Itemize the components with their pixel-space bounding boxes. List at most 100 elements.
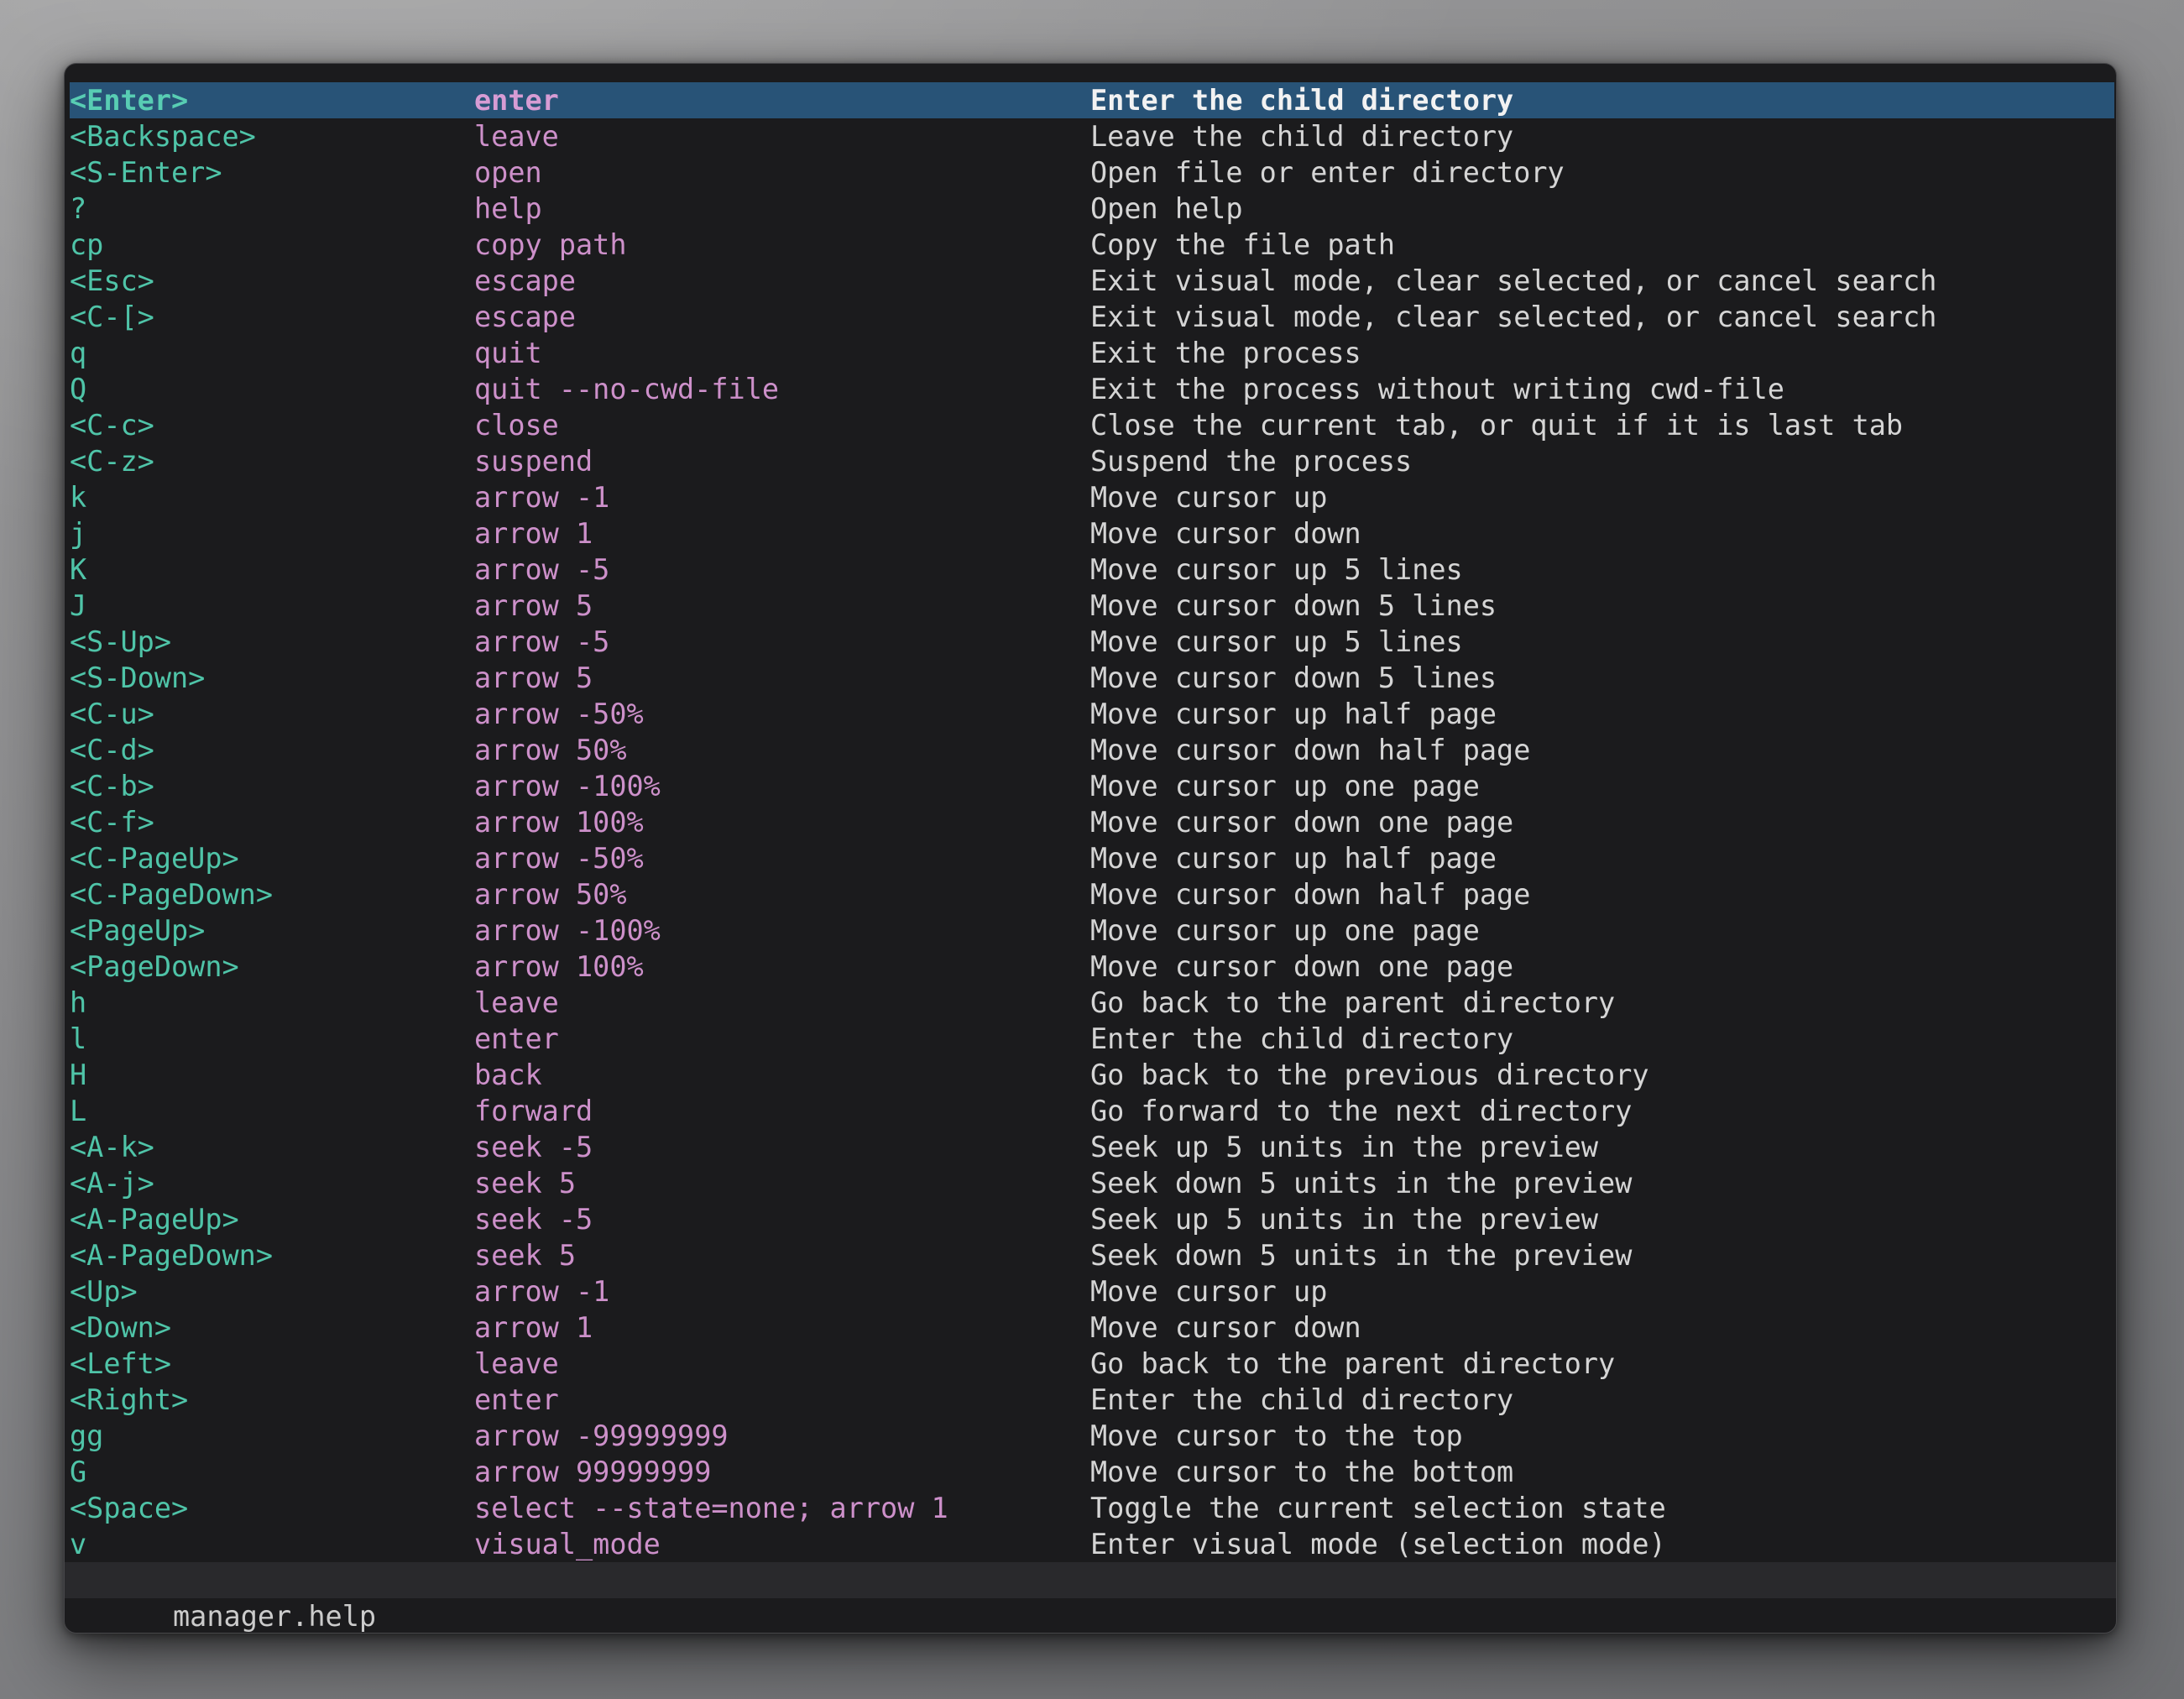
- command-cell: enter: [474, 1382, 1090, 1418]
- description-cell: Move cursor to the bottom: [1090, 1454, 2114, 1490]
- command-cell: suspend: [474, 443, 1090, 479]
- key-cell: <C-z>: [70, 443, 474, 479]
- command-cell: arrow -5: [474, 624, 1090, 660]
- description-cell: Close the current tab, or quit if it is …: [1090, 407, 2114, 443]
- description-cell: Go back to the parent directory: [1090, 985, 2114, 1021]
- description-cell: Move cursor down half page: [1090, 732, 2114, 768]
- keybinding-row[interactable]: jarrow 1Move cursor down: [70, 515, 2114, 552]
- key-cell: L: [70, 1093, 474, 1129]
- keybinding-row[interactable]: <S-Enter>openOpen file or enter director…: [70, 154, 2114, 191]
- desktop-background: <Enter>enterEnter the child directory<Ba…: [0, 0, 2184, 1699]
- command-cell: arrow 50%: [474, 876, 1090, 912]
- description-cell: Leave the child directory: [1090, 118, 2114, 154]
- keybinding-row[interactable]: <S-Down>arrow 5Move cursor down 5 lines: [70, 660, 2114, 696]
- key-cell: <C-d>: [70, 732, 474, 768]
- description-cell: Move cursor down 5 lines: [1090, 660, 2114, 696]
- keybinding-row[interactable]: lenterEnter the child directory: [70, 1021, 2114, 1057]
- key-cell: <A-j>: [70, 1165, 474, 1201]
- status-layer-label: manager.help: [173, 1600, 376, 1633]
- keybinding-row[interactable]: Jarrow 5Move cursor down 5 lines: [70, 588, 2114, 624]
- keybinding-row[interactable]: LforwardGo forward to the next directory: [70, 1093, 2114, 1129]
- key-cell: k: [70, 479, 474, 515]
- keybinding-row[interactable]: <C-PageUp>arrow -50%Move cursor up half …: [70, 840, 2114, 876]
- key-cell: v: [70, 1526, 474, 1562]
- keybinding-row[interactable]: <A-j>seek 5Seek down 5 units in the prev…: [70, 1165, 2114, 1201]
- command-cell: arrow 1: [474, 1310, 1090, 1346]
- keybinding-row[interactable]: ?helpOpen help: [70, 191, 2114, 227]
- keybinding-row-selected[interactable]: <Enter>enterEnter the child directory: [70, 82, 2114, 118]
- description-cell: Enter the child directory: [1090, 1382, 2114, 1418]
- keybinding-row[interactable]: hleaveGo back to the parent directory: [70, 985, 2114, 1021]
- command-cell: seek -5: [474, 1201, 1090, 1237]
- command-cell: seek 5: [474, 1165, 1090, 1201]
- keybinding-row[interactable]: <Esc>escapeExit visual mode, clear selec…: [70, 263, 2114, 299]
- keybinding-row[interactable]: Qquit --no-cwd-fileExit the process with…: [70, 371, 2114, 407]
- command-cell: seek -5: [474, 1129, 1090, 1165]
- keybinding-row[interactable]: vvisual_modeEnter visual mode (selection…: [70, 1526, 2114, 1562]
- description-cell: Move cursor up: [1090, 1273, 2114, 1310]
- keybinding-row[interactable]: <C-f>arrow 100%Move cursor down one page: [70, 804, 2114, 840]
- keybinding-row[interactable]: Garrow 99999999Move cursor to the bottom: [70, 1454, 2114, 1490]
- command-cell: arrow -99999999: [474, 1418, 1090, 1454]
- command-cell: arrow -5: [474, 552, 1090, 588]
- keybinding-row[interactable]: <C-z>suspendSuspend the process: [70, 443, 2114, 479]
- description-cell: Exit visual mode, clear selected, or can…: [1090, 299, 2114, 335]
- keybinding-row[interactable]: Karrow -5Move cursor up 5 lines: [70, 552, 2114, 588]
- description-cell: Move cursor up half page: [1090, 696, 2114, 732]
- keybinding-row[interactable]: <A-PageUp>seek -5Seek up 5 units in the …: [70, 1201, 2114, 1237]
- keybinding-row[interactable]: <Backspace>leaveLeave the child director…: [70, 118, 2114, 154]
- keybinding-row[interactable]: karrow -1Move cursor up: [70, 479, 2114, 515]
- keybinding-row[interactable]: <A-PageDown>seek 5Seek down 5 units in t…: [70, 1237, 2114, 1273]
- command-cell: forward: [474, 1093, 1090, 1129]
- description-cell: Move cursor up half page: [1090, 840, 2114, 876]
- key-cell: <Space>: [70, 1490, 474, 1526]
- key-cell: <C-PageUp>: [70, 840, 474, 876]
- key-cell: <PageDown>: [70, 949, 474, 985]
- keybinding-row[interactable]: <Right>enterEnter the child directory: [70, 1382, 2114, 1418]
- keybinding-row[interactable]: <Space>select --state=none; arrow 1Toggl…: [70, 1490, 2114, 1526]
- description-cell: Seek up 5 units in the preview: [1090, 1129, 2114, 1165]
- keybinding-row[interactable]: HbackGo back to the previous directory: [70, 1057, 2114, 1093]
- keybinding-row[interactable]: <Down>arrow 1Move cursor down: [70, 1310, 2114, 1346]
- description-cell: Open help: [1090, 191, 2114, 227]
- key-cell: <S-Enter>: [70, 154, 474, 191]
- description-cell: Move cursor up 5 lines: [1090, 552, 2114, 588]
- keybinding-row[interactable]: <PageUp>arrow -100%Move cursor up one pa…: [70, 912, 2114, 949]
- description-cell: Copy the file path: [1090, 227, 2114, 263]
- keybinding-row[interactable]: ggarrow -99999999Move cursor to the top: [70, 1418, 2114, 1454]
- command-cell: seek 5: [474, 1237, 1090, 1273]
- keybinding-row[interactable]: cpcopy pathCopy the file path: [70, 227, 2114, 263]
- keybinding-row[interactable]: <C-[>escapeExit visual mode, clear selec…: [70, 299, 2114, 335]
- keybinding-row[interactable]: <C-c>closeClose the current tab, or quit…: [70, 407, 2114, 443]
- key-cell: <C-PageDown>: [70, 876, 474, 912]
- command-cell: arrow -1: [474, 479, 1090, 515]
- keybinding-row[interactable]: <C-d>arrow 50%Move cursor down half page: [70, 732, 2114, 768]
- key-cell: <PageUp>: [70, 912, 474, 949]
- keybinding-row[interactable]: <S-Up>arrow -5Move cursor up 5 lines: [70, 624, 2114, 660]
- keybinding-row[interactable]: <PageDown>arrow 100%Move cursor down one…: [70, 949, 2114, 985]
- keybinding-row[interactable]: <Up>arrow -1Move cursor up: [70, 1273, 2114, 1310]
- description-cell: Move cursor down one page: [1090, 804, 2114, 840]
- command-cell: arrow 5: [474, 660, 1090, 696]
- key-cell: ?: [70, 191, 474, 227]
- description-cell: Open file or enter directory: [1090, 154, 2114, 191]
- keybinding-row[interactable]: <C-u>arrow -50%Move cursor up half page: [70, 696, 2114, 732]
- key-cell: <Esc>: [70, 263, 474, 299]
- keybinding-row[interactable]: <C-PageDown>arrow 50%Move cursor down ha…: [70, 876, 2114, 912]
- key-cell: l: [70, 1021, 474, 1057]
- command-cell: close: [474, 407, 1090, 443]
- command-cell: quit: [474, 335, 1090, 371]
- key-cell: cp: [70, 227, 474, 263]
- keybinding-row[interactable]: <C-b>arrow -100%Move cursor up one page: [70, 768, 2114, 804]
- command-cell: enter: [474, 1021, 1090, 1057]
- key-cell: <C-f>: [70, 804, 474, 840]
- description-cell: Go back to the parent directory: [1090, 1346, 2114, 1382]
- keybinding-row[interactable]: <Left>leaveGo back to the parent directo…: [70, 1346, 2114, 1382]
- description-cell: Move cursor up: [1090, 479, 2114, 515]
- keybinding-row[interactable]: qquitExit the process: [70, 335, 2114, 371]
- keybinding-row[interactable]: <A-k>seek -5Seek up 5 units in the previ…: [70, 1129, 2114, 1165]
- key-cell: K: [70, 552, 474, 588]
- command-cell: open: [474, 154, 1090, 191]
- command-cell: escape: [474, 263, 1090, 299]
- command-cell: help: [474, 191, 1090, 227]
